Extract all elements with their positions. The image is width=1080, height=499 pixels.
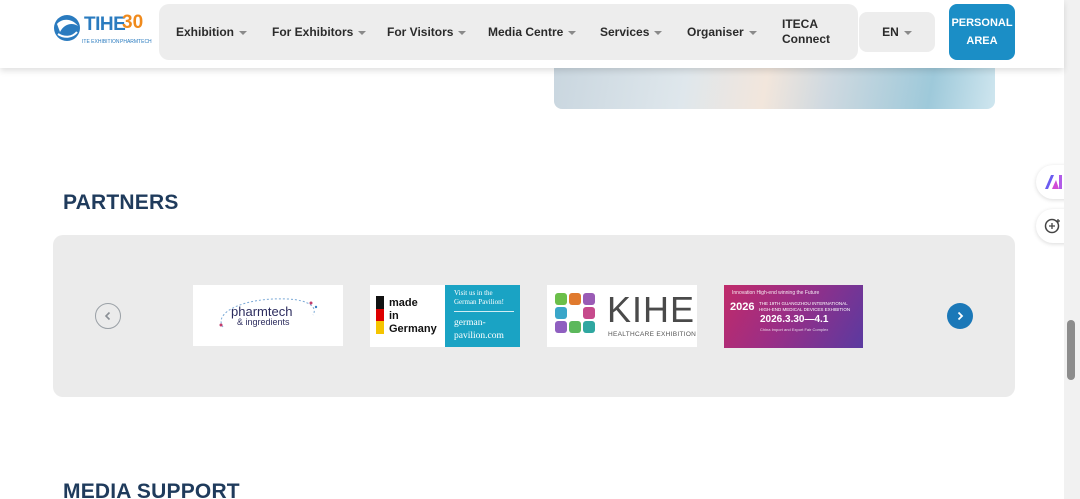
carousel-next-button[interactable] <box>947 303 973 329</box>
chevron-left-icon <box>104 311 111 321</box>
divider <box>454 311 514 312</box>
kihe-title: KIHE <box>607 289 696 330</box>
main-nav: Exhibition For Exhibitors For Visitors M… <box>159 4 858 60</box>
mig-line1: made <box>389 297 418 309</box>
german-flag-icon <box>376 296 384 334</box>
scrollbar-thumb[interactable] <box>1067 320 1075 380</box>
nav-label-line1: ITECA <box>782 17 818 31</box>
carousel-prev-button[interactable] <box>95 303 121 329</box>
chevron-down-icon <box>239 30 247 35</box>
mig-line3: Germany <box>389 323 437 335</box>
personal-area-line1: PERSONAL <box>951 17 1013 29</box>
chevron-down-icon <box>654 30 663 35</box>
ai-assistant-icon <box>1045 175 1062 189</box>
german-pavilion-url: german-pavilion.com <box>454 318 504 341</box>
logo-sub-right: PHARMTECH <box>120 39 152 45</box>
site-header: TIHE 30 ITE EXHIBITION PHARMTECH Exhibit… <box>0 0 1064 68</box>
language-selector[interactable]: EN <box>859 12 935 52</box>
nav-for-exhibitors[interactable]: For Exhibitors <box>272 4 367 60</box>
scrollbar-track[interactable] <box>1064 0 1080 499</box>
partners-title: PARTNERS <box>63 191 179 214</box>
nav-services[interactable]: Services <box>600 4 663 60</box>
language-label: EN <box>882 25 899 39</box>
nav-label-line2: Connect <box>782 32 830 46</box>
partner-logo-guangzhou-medical[interactable]: Innovation High-end winning the Future 2… <box>724 285 863 348</box>
german-pavilion-panel: Visit us in the German Pavilion! german-… <box>445 285 520 347</box>
chevron-down-icon <box>358 30 367 35</box>
gz-tagline: Innovation High-end winning the Future <box>732 290 820 296</box>
made-in-germany-text: made in Germany <box>389 297 437 336</box>
made-in-germany-panel: made in Germany <box>370 285 445 347</box>
german-pavilion-visit: Visit us in the German Pavilion! <box>454 289 504 306</box>
chevron-down-icon <box>458 30 467 35</box>
nav-label: For Visitors <box>387 25 454 39</box>
gz-year: 2026 <box>730 301 755 313</box>
media-support-title: MEDIA SUPPORT <box>63 480 240 499</box>
nav-label: Organiser <box>687 25 744 39</box>
translate-icon <box>1044 218 1060 234</box>
partner-logo-german-pavilion[interactable]: made in Germany Visit us in the German P… <box>370 285 520 347</box>
gz-title: THE 19TH GUANGZHOU INTERNATIONAL HIGH-EN… <box>759 301 851 312</box>
nav-label: Services <box>600 25 650 39</box>
gz-dates: 2026.3.30—4.1 <box>760 314 829 325</box>
pharmtech-sub: & ingredients <box>237 317 290 327</box>
logo-sub-left: ITE EXHIBITION <box>82 39 120 45</box>
nav-for-visitors[interactable]: For Visitors <box>387 4 467 60</box>
partner-logo-pharmtech[interactable]: pharmtech & ingredients <box>193 285 343 346</box>
chevron-down-icon <box>903 30 912 35</box>
nav-organiser[interactable]: Organiser <box>687 4 757 60</box>
chevron-right-icon <box>957 311 964 321</box>
mig-line2: in <box>389 310 399 322</box>
nav-label: Exhibition <box>176 25 234 39</box>
chevron-down-icon <box>748 30 757 35</box>
logo-anniversary: 30 <box>122 12 144 33</box>
personal-area-line2: AREA <box>966 35 998 47</box>
puzzle-icon <box>555 293 595 333</box>
nav-iteca-connect[interactable]: ITECA Connect <box>782 4 830 60</box>
globe-logo-icon <box>54 15 80 41</box>
tihe-logo[interactable]: TIHE 30 ITE EXHIBITION PHARMTECH <box>52 10 152 52</box>
logo-name: TIHE <box>84 14 126 35</box>
nav-media-centre[interactable]: Media Centre <box>488 4 577 60</box>
gz-venue: China Import and Export Fair Complex <box>760 327 829 332</box>
nav-exhibition[interactable]: Exhibition <box>176 4 247 60</box>
nav-label: For Exhibitors <box>272 25 354 39</box>
chevron-down-icon <box>568 30 577 35</box>
partner-logo-kihe[interactable]: KIHE HEALTHCARE EXHIBITION <box>547 285 697 347</box>
nav-label: Media Centre <box>488 25 564 39</box>
kihe-subtitle: HEALTHCARE EXHIBITION <box>608 331 697 338</box>
personal-area-button[interactable]: PERSONAL AREA <box>949 4 1015 60</box>
